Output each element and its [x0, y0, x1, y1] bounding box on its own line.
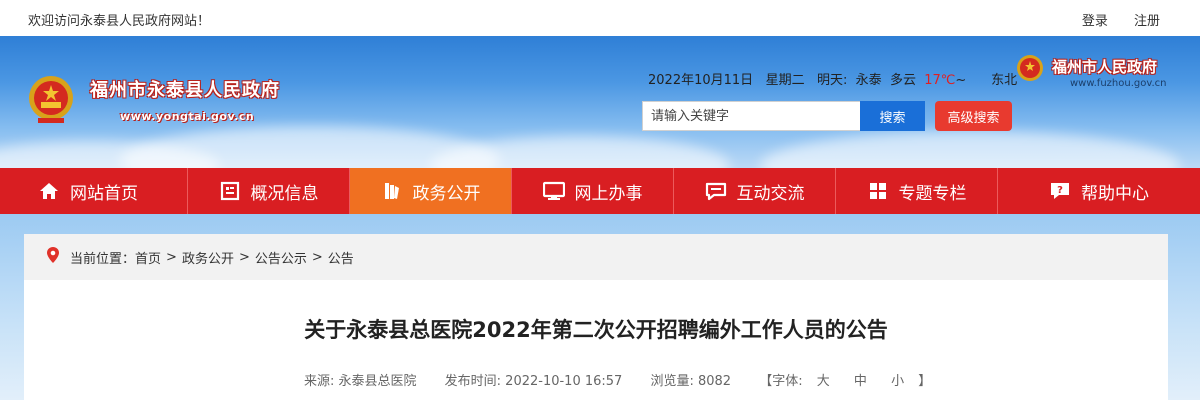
search-button[interactable]: 搜索 — [860, 101, 925, 131]
nav-label: 网站首页 — [70, 183, 138, 204]
breadcrumb-government-affairs[interactable]: 政务公开 — [182, 248, 234, 267]
date-weather: 2022年10月11日 星期二 明天: 永泰 多云 17℃~ 东北 — [648, 69, 1017, 88]
login-link[interactable]: 登录 — [1082, 14, 1108, 29]
breadcrumb-prefix: 当前位置： — [70, 251, 136, 267]
welcome-text: 欢迎访问永泰县人民政府网站！ — [28, 14, 211, 29]
register-link[interactable]: 注册 — [1134, 14, 1160, 29]
breadcrumb-separator: > — [311, 249, 323, 265]
cloud-decoration — [760, 131, 1180, 168]
document-icon — [381, 180, 403, 202]
nav-item-special-topics[interactable]: 专题专栏 — [836, 168, 998, 214]
site-name[interactable]: 福州市永泰县人民政府 — [90, 76, 280, 102]
weather-temperature: 17℃ — [924, 73, 956, 88]
nav-label: 政务公开 — [412, 183, 481, 204]
advanced-search-button[interactable]: 高级搜索 — [935, 101, 1012, 131]
breadcrumb-announcements[interactable]: 公告公示 — [255, 248, 307, 267]
font-size-large[interactable]: 大 — [817, 374, 830, 389]
chat-icon — [705, 180, 727, 202]
parent-site-url: www.fuzhou.gov.cn — [1070, 78, 1167, 89]
nav-label: 互动交流 — [736, 183, 805, 204]
fuzhou-emblem-icon[interactable] — [1016, 54, 1044, 84]
nav-item-interaction[interactable]: 互动交流 — [674, 168, 836, 214]
font-size-label: 【字体: — [759, 374, 803, 389]
location-pin-icon — [46, 246, 60, 268]
nav-item-online-services[interactable]: 网上办事 — [512, 168, 674, 214]
weekday-text: 星期二 — [765, 73, 805, 88]
nav-label: 专题专栏 — [898, 183, 967, 204]
weather-condition: 多云 — [889, 73, 916, 88]
nav-label: 概况信息 — [250, 183, 319, 204]
nav-item-government-affairs[interactable]: 政务公开 — [350, 168, 512, 214]
monitor-icon — [542, 180, 565, 202]
account-links: 登录 注册 — [1060, 10, 1160, 29]
nav-item-help-center[interactable]: ? 帮助中心 — [998, 168, 1200, 214]
nav-item-home[interactable]: 网站首页 — [0, 168, 188, 214]
font-size-small[interactable]: 小 — [891, 374, 904, 389]
site-url: www.yongtai.gov.cn — [120, 110, 255, 123]
weather-wind: 东北 — [991, 73, 1018, 88]
main-nav: 网站首页 概况信息 政务公开 网上办事 互动交流 专题专栏 ? 帮助中心 — [0, 168, 1200, 214]
article-meta: 来源: 永泰县总医院 发布时间: 2022-10-10 16:57 浏览量: 8… — [304, 370, 955, 389]
parent-site-name[interactable]: 福州市人民政府 — [1052, 56, 1157, 77]
info-card-icon — [219, 180, 241, 202]
font-size-close: 】 — [918, 374, 932, 389]
top-bar: 欢迎访问永泰县人民政府网站！ 登录 注册 — [0, 0, 1200, 36]
svg-text:?: ? — [1057, 185, 1063, 196]
nav-label: 帮助中心 — [1081, 183, 1149, 204]
temp-separator: ~ — [955, 73, 967, 88]
article-title: 关于永泰县总医院2022年第二次公开招聘编外工作人员的公告 — [304, 318, 888, 342]
national-emblem-icon[interactable] — [26, 74, 76, 126]
breadcrumb: 当前位置： 首页 > 政务公开 > 公告公示 > 公告 — [24, 234, 1168, 280]
article-views: 浏览量: 8082 — [650, 374, 732, 389]
breadcrumb-separator: > — [166, 249, 177, 265]
article-publish-time: 发布时间: 2022-10-10 16:57 — [444, 374, 623, 389]
nav-item-overview[interactable]: 概况信息 — [188, 168, 350, 214]
search-input[interactable] — [642, 101, 862, 131]
article-source: 来源: 永泰县总医院 — [304, 374, 417, 389]
site-header: 福州市永泰县人民政府 www.yongtai.gov.cn 2022年10月11… — [0, 36, 1200, 168]
breadcrumb-separator: > — [238, 249, 250, 265]
help-icon: ? — [1049, 180, 1071, 202]
date-text: 2022年10月11日 — [648, 73, 754, 88]
breadcrumb-notice[interactable]: 公告 — [328, 248, 354, 267]
breadcrumb-home[interactable]: 首页 — [135, 248, 161, 267]
nav-label: 网上办事 — [574, 183, 643, 204]
cloud-decoration — [430, 136, 730, 168]
home-icon — [38, 180, 60, 202]
weather-city: 永泰 — [855, 73, 882, 88]
weather-tomorrow-label: 明天: — [817, 73, 848, 88]
font-size-medium[interactable]: 中 — [854, 374, 867, 389]
grid-icon — [867, 180, 889, 202]
